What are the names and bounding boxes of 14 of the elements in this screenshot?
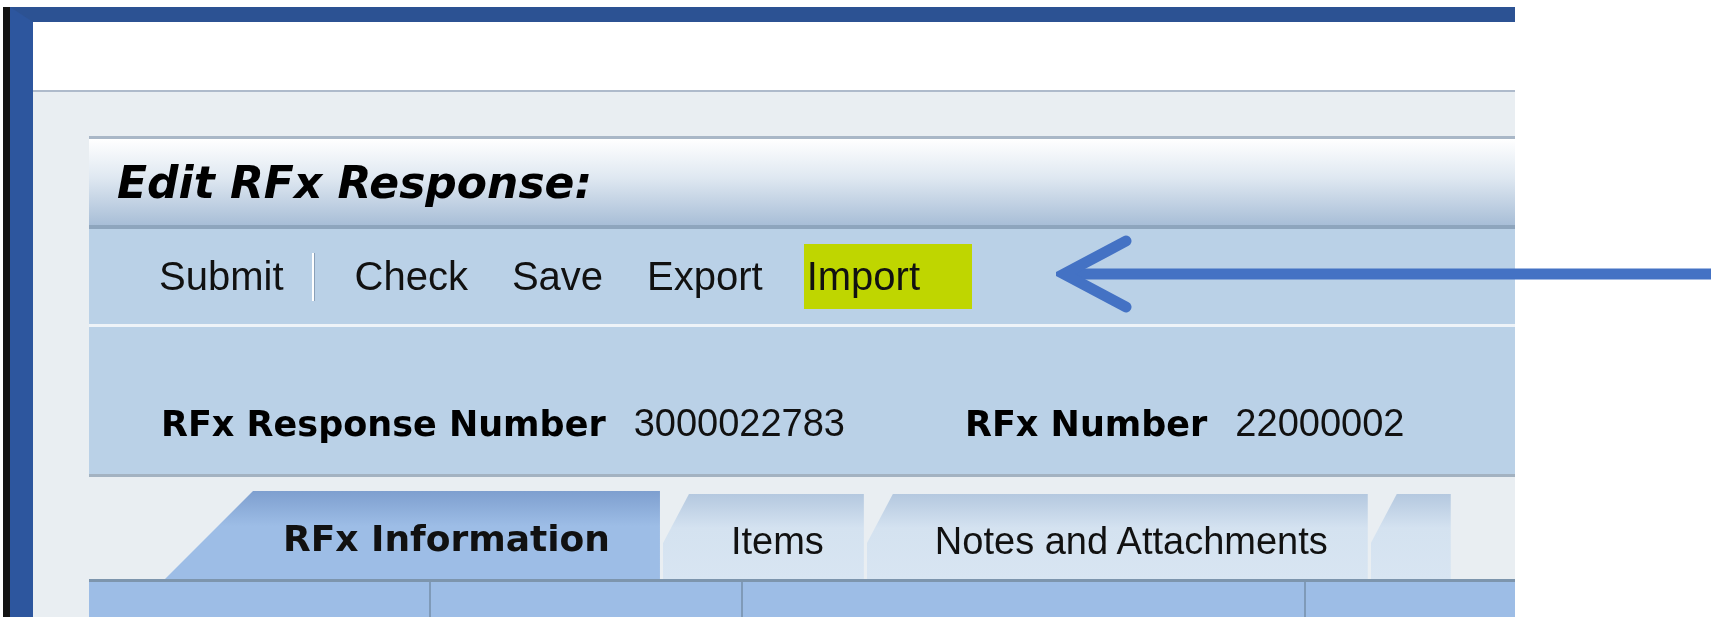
toolbar-button[interactable]: Export [647,244,763,309]
tab[interactable]: Items [662,494,864,579]
toolbar-button[interactable]: Save [511,244,604,309]
field-value: 3000022783 [633,402,845,445]
page-title: Edit RFx Response: [117,156,593,208]
toolbar-button[interactable]: Submit [159,244,284,309]
toolbar-button[interactable]: Import [803,244,973,309]
tab[interactable] [1370,494,1451,579]
field-label: RFx Number [965,404,1208,444]
field-value: 22000002 [1235,402,1405,445]
toolbar-button[interactable]: Check [354,244,468,309]
tab[interactable]: Notes and Attachments [866,494,1368,579]
tab[interactable]: RFx Information [165,491,660,579]
field-label: RFx Response Number [161,404,606,444]
